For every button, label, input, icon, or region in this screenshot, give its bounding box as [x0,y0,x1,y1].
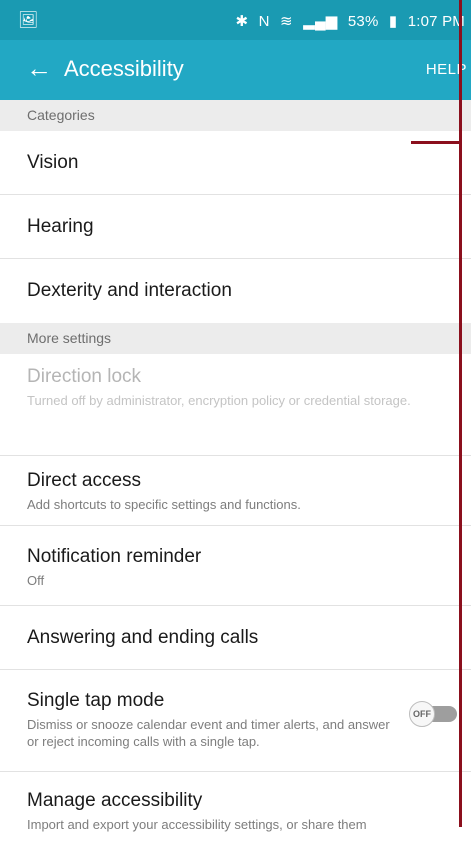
settings-list: Categories Vision Hearing Dexterity and … [0,100,471,852]
toggle-knob: OFF [409,701,435,727]
item-subtitle: Off [27,573,45,588]
item-subtitle: Dismiss or snooze calendar event and tim… [27,717,390,749]
list-item-hearing[interactable]: Hearing [0,195,471,259]
item-subtitle: Turned off by administrator, encryption … [27,393,411,408]
item-title: Answering and ending calls [27,626,259,648]
clock: 1:07 PM [407,13,465,30]
app-bar: ← Accessibility HELP [0,40,471,100]
nfc-icon: N [258,13,270,30]
status-icons: ✱ N ≋ ▂▄▆ 53% ▮ 1:07 PM [229,12,465,30]
list-item-single-tap-mode[interactable]: Single tap mode Dismiss or snooze calend… [0,670,471,772]
list-item-vision[interactable]: Vision [0,131,471,195]
page-title: Accessibility [64,56,184,81]
item-subtitle: Add shortcuts to specific settings and f… [27,497,301,512]
item-subtitle: Import and export your accessibility set… [27,817,367,832]
signal-icon: ▂▄▆ [303,13,338,30]
list-item-answering-calls[interactable]: Answering and ending calls [0,606,471,670]
item-title: Manage accessibility [27,790,203,811]
item-title: Direction lock [27,366,142,387]
section-header-categories: Categories [0,100,471,131]
status-bar: 🖼 ✱ N ≋ ▂▄▆ 53% ▮ 1:07 PM [0,0,471,40]
item-title: Dexterity and interaction [27,280,232,301]
annotation-line-horizontal [411,141,461,144]
battery-percent: 53% [347,13,379,30]
item-title: Single tap mode [27,690,165,711]
list-item-dexterity[interactable]: Dexterity and interaction [0,259,471,323]
battery-icon: ▮ [388,13,398,30]
list-item-direction-lock: Direction lock Turned off by administrat… [0,354,471,456]
item-title: Vision [27,151,79,173]
back-arrow-icon[interactable]: ← [26,54,52,82]
list-item-notification-reminder[interactable]: Notification reminder Off [0,526,471,606]
item-title: Notification reminder [27,546,202,567]
item-title: Direct access [27,470,142,491]
wifi-icon: ≋ [280,13,293,30]
list-item-direct-access[interactable]: Direct access Add shortcuts to specific … [0,456,471,526]
section-header-more-settings: More settings [0,323,471,354]
bluetooth-icon: ✱ [235,13,249,30]
annotation-line-vertical [459,0,462,827]
item-title: Hearing [27,215,94,237]
single-tap-toggle[interactable]: OFF [409,701,457,727]
list-item-manage-accessibility[interactable]: Manage accessibility Import and export y… [0,772,471,852]
photo-notification-icon: 🖼 [18,12,39,29]
